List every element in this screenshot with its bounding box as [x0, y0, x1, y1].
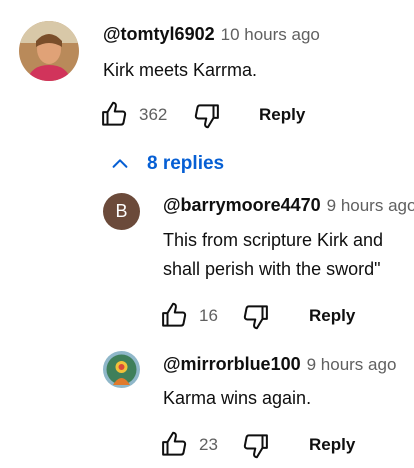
reply-avatar[interactable]: B	[103, 193, 140, 230]
reply-timestamp[interactable]: 9 hours ago	[307, 355, 397, 374]
thumbs-down-icon	[243, 434, 268, 459]
like-count: 16	[199, 306, 218, 325]
reply-button[interactable]: Reply	[309, 435, 355, 455]
commenter-avatar[interactable]	[19, 21, 79, 81]
reply-text-line: shall perish with the sword"	[163, 259, 381, 279]
comment-timestamp[interactable]: 10 hours ago	[221, 25, 320, 44]
reply-avatar[interactable]	[103, 351, 140, 388]
chevron-up-icon	[109, 153, 131, 175]
reply-text-line: Karma wins again.	[163, 388, 312, 408]
thumbs-down-icon	[194, 104, 219, 129]
like-button[interactable]	[160, 429, 190, 459]
thumbs-up-icon	[162, 302, 187, 327]
dislike-button[interactable]	[240, 431, 270, 461]
reply-author[interactable]: @barrymoore4470	[163, 195, 321, 215]
avatar-initial: B	[115, 201, 128, 221]
reply-text: This from scripture Kirk and shall peris…	[163, 226, 383, 284]
thumbs-up-icon	[102, 101, 127, 126]
dislike-button[interactable]	[240, 302, 270, 332]
like-count: 23	[199, 435, 218, 454]
thumbs-up-icon	[162, 431, 187, 456]
reply-text-line: This from scripture Kirk and	[163, 230, 384, 250]
comment-author[interactable]: @tomtyl6902	[103, 24, 215, 44]
dislike-button[interactable]	[191, 101, 221, 131]
like-count: 362	[139, 105, 168, 124]
like-button[interactable]	[100, 99, 130, 129]
reply-button[interactable]: Reply	[259, 105, 305, 125]
reply-author[interactable]: @mirrorblue100	[163, 354, 301, 374]
thumbs-down-icon	[243, 305, 268, 330]
replies-toggle[interactable]: 8 replies	[109, 153, 224, 175]
comment-text: Kirk meets Karrma.	[103, 60, 258, 80]
like-button[interactable]	[160, 300, 190, 330]
reply-text: Karma wins again.	[163, 384, 311, 413]
replies-count-label: 8 replies	[147, 153, 225, 174]
reply-button[interactable]: Reply	[309, 306, 355, 326]
reply-timestamp[interactable]: 9 hours ago	[327, 196, 414, 215]
